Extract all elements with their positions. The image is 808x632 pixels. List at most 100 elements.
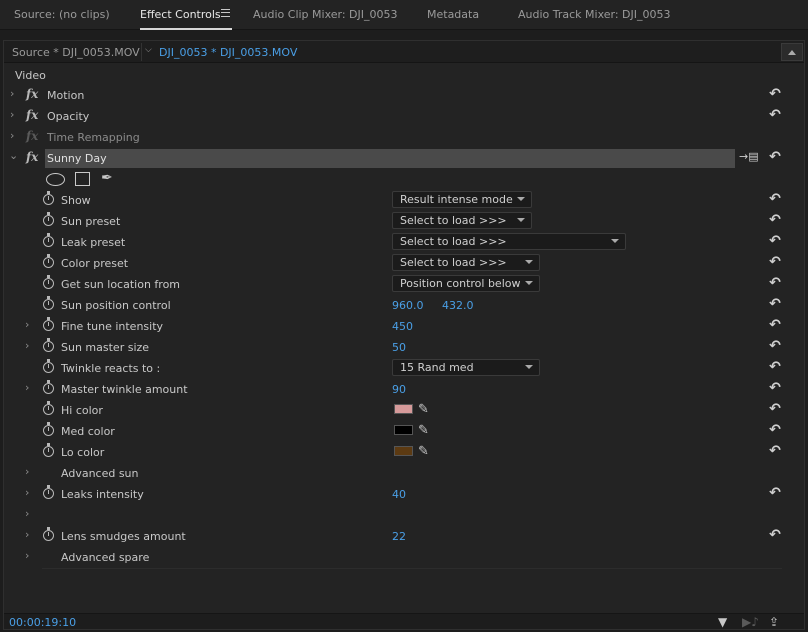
reset-icon[interactable]: ↶ [767,86,783,102]
eyedropper-icon[interactable]: ✎ [418,402,429,417]
reset-icon[interactable]: ↶ [767,254,783,270]
stopwatch-icon[interactable] [43,485,54,499]
med-color-swatch[interactable] [394,425,413,435]
rectangle-mask-icon[interactable] [75,172,90,186]
stopwatch-icon[interactable] [43,380,54,394]
ellipse-mask-icon[interactable] [46,173,65,186]
hi-color-swatch[interactable] [394,404,413,414]
sequence-clip-label[interactable]: DJI_0053 * DJI_0053.MOV [159,46,297,59]
stopwatch-icon[interactable] [43,359,54,373]
expand-chevron-icon[interactable]: › [25,339,29,352]
chevron-down-icon [517,218,525,222]
export-icon[interactable]: ⇪ [769,615,779,629]
stopwatch-icon[interactable] [43,296,54,310]
reset-icon[interactable]: ↶ [767,107,783,123]
effect-row-sunny-day[interactable]: ⌄ fx Sunny Day →▤ ↶ [4,148,804,169]
source-clip-label[interactable]: Source * DJI_0053.MOV [12,46,140,59]
stopwatch-icon[interactable] [43,338,54,352]
property-row-med-color: Med color ✎ ↶ [4,421,804,442]
reset-icon[interactable]: ↶ [767,149,783,165]
chevron-down-icon[interactable]: ⌵ [145,45,152,55]
tab-audio-track-mixer[interactable]: Audio Track Mixer: DJI_0053 [518,8,671,21]
filter-icon[interactable]: ▼ [718,615,727,629]
expand-chevron-icon[interactable]: › [10,129,14,142]
twinkle-reacts-dropdown[interactable]: 15 Rand med [392,359,540,376]
effect-header-bar[interactable] [45,149,735,168]
sun-location-dropdown[interactable]: Position control below [392,275,540,292]
property-label: Show [61,194,91,207]
tab-effect-controls[interactable]: Effect Controls [140,8,221,21]
property-label: Twinkle reacts to : [61,362,161,375]
expand-chevron-icon[interactable]: › [25,528,29,541]
fx-toggle-icon[interactable]: fx [26,87,38,101]
tab-metadata[interactable]: Metadata [427,8,479,21]
stopwatch-icon[interactable] [43,212,54,226]
leaks-intensity-value[interactable]: 40 [392,488,406,501]
effect-row-time-remapping[interactable]: › fx Time Remapping [4,127,804,148]
master-twinkle-value[interactable]: 90 [392,383,406,396]
stopwatch-icon[interactable] [43,317,54,331]
reset-icon[interactable]: ↶ [767,443,783,459]
reset-icon[interactable]: ↶ [767,422,783,438]
pen-mask-icon[interactable]: ✒ [101,170,113,186]
eyedropper-icon[interactable]: ✎ [418,444,429,459]
stopwatch-icon[interactable] [43,527,54,541]
collapse-chevron-icon[interactable]: ⌄ [9,149,18,162]
fine-tune-intensity-value[interactable]: 450 [392,320,413,333]
effect-row-motion[interactable]: › fx Motion ↶ [4,85,804,106]
property-row-advanced-spare: › Advanced spare [4,547,804,568]
effect-label: Motion [47,89,85,102]
stopwatch-icon[interactable] [43,233,54,247]
timecode-display[interactable]: 00:00:19:10 [9,616,76,629]
reset-icon[interactable]: ↶ [767,527,783,543]
reset-icon[interactable]: ↶ [767,338,783,354]
reset-icon[interactable]: ↶ [767,212,783,228]
sun-position-y-value[interactable]: 432.0 [442,299,474,312]
stopwatch-icon[interactable] [43,254,54,268]
color-preset-dropdown[interactable]: Select to load >>> [392,254,540,271]
sun-master-size-value[interactable]: 50 [392,341,406,354]
active-tab-indicator [140,28,232,30]
reset-icon[interactable]: ↶ [767,191,783,207]
sun-preset-dropdown[interactable]: Select to load >>> [392,212,532,229]
property-row-sun-master-size: › Sun master size 50 ↶ [4,337,804,358]
expand-chevron-icon[interactable]: › [25,507,29,520]
reset-icon[interactable]: ↶ [767,296,783,312]
stopwatch-icon[interactable] [43,401,54,415]
expand-chevron-icon[interactable]: › [25,381,29,394]
lo-color-swatch[interactable] [394,446,413,456]
scroll-up-button[interactable] [781,43,803,61]
tab-source[interactable]: Source: (no clips) [14,8,110,21]
reset-icon[interactable]: ↶ [767,233,783,249]
property-label: Master twinkle amount [61,383,188,396]
stopwatch-icon[interactable] [43,422,54,436]
expand-chevron-icon[interactable]: › [25,465,29,478]
reset-icon[interactable]: ↶ [767,485,783,501]
reset-icon[interactable]: ↶ [767,359,783,375]
fx-toggle-icon[interactable]: fx [26,108,38,122]
lens-smudges-value[interactable]: 22 [392,530,406,543]
expand-chevron-icon[interactable]: › [10,108,14,121]
sun-position-x-value[interactable]: 960.0 [392,299,424,312]
go-to-effect-icon[interactable]: →▤ [739,150,759,163]
reset-icon[interactable]: ↶ [767,401,783,417]
stopwatch-icon[interactable] [43,443,54,457]
reset-icon[interactable]: ↶ [767,275,783,291]
effect-controls-panel: Source * DJI_0053.MOV ⌵ DJI_0053 * DJI_0… [3,40,805,630]
expand-chevron-icon[interactable]: › [25,318,29,331]
leak-preset-dropdown[interactable]: Select to load >>> [392,233,626,250]
expand-chevron-icon[interactable]: › [25,549,29,562]
tab-audio-clip-mixer[interactable]: Audio Clip Mixer: DJI_0053 [253,8,398,21]
property-label: Leaks intensity [61,488,144,501]
stopwatch-icon[interactable] [43,275,54,289]
reset-icon[interactable]: ↶ [767,380,783,396]
fx-toggle-icon[interactable]: fx [26,150,38,164]
expand-chevron-icon[interactable]: › [10,87,14,100]
show-dropdown[interactable]: Result intense mode [392,191,532,208]
expand-chevron-icon[interactable]: › [25,486,29,499]
eyedropper-icon[interactable]: ✎ [418,423,429,438]
reset-icon[interactable]: ↶ [767,317,783,333]
effect-row-opacity[interactable]: › fx Opacity ↶ [4,106,804,127]
panel-menu-icon[interactable] [221,9,230,17]
stopwatch-icon[interactable] [43,191,54,205]
